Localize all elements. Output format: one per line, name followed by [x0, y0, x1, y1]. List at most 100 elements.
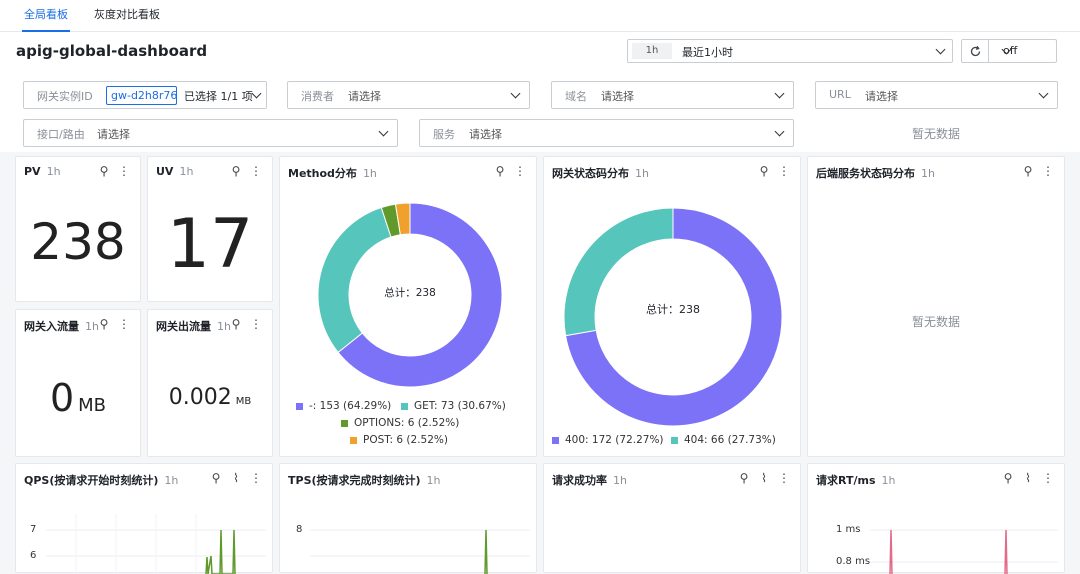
donut-slice-get[interactable] [317, 206, 392, 354]
inflow-value: 0 [49, 376, 75, 420]
pin-icon[interactable]: ⚲ [230, 318, 242, 330]
pin-icon[interactable]: ⚲ [1022, 165, 1034, 177]
consumer-select[interactable]: 消费者 请选择 [287, 81, 530, 109]
gw-status-total: 总计：238 [646, 303, 700, 316]
success-rate-card: 请求成功率 1h ⚲ ⌇ ⋮ [543, 463, 801, 573]
more-icon[interactable]: ⋮ [118, 318, 130, 330]
legend-item[interactable]: GET: 73 (30.67%) [401, 400, 506, 412]
refresh-icon [970, 45, 981, 57]
method-period: 1h [362, 167, 377, 180]
chevron-down-icon [774, 126, 785, 137]
pv-title-text: PV [24, 165, 41, 178]
pin-icon[interactable]: ⚲ [738, 472, 750, 484]
url-placeholder: 请选择 [865, 90, 898, 103]
gateway-inflow-card: 网关入流量 1h ⚲ ⋮ 0 MB [15, 309, 141, 457]
more-icon[interactable]: ⋮ [118, 165, 130, 177]
uv-value: 17 [166, 205, 254, 284]
route-placeholder: 请选择 [97, 128, 130, 141]
tab-gray-compare-dashboard[interactable]: 灰度对比看板 [92, 0, 162, 32]
outflow-value: 0.002 [168, 385, 232, 410]
service-label: 服务 [433, 128, 455, 141]
backend-status-empty: 暂无数据 [911, 315, 960, 329]
url-select[interactable]: URL 请选择 [815, 81, 1058, 109]
inflow-value-row: 0 MB [16, 376, 140, 420]
qps-series-line [205, 529, 236, 574]
method-distribution-card: Method分布 1h ⚲ ⋮ 总计：238 -: 153 (64.29%) GET… [279, 156, 537, 457]
pin-icon[interactable]: ⚲ [98, 165, 110, 177]
tps-card: TPS(按请求完成时刻统计) 1h 8 [279, 463, 537, 574]
domain-placeholder: 请选择 [601, 90, 634, 103]
gateway-instance-select[interactable]: 网关实例ID gw-d2h8r76 已选择 1/1 项 [23, 81, 267, 109]
legend-item[interactable]: -: 153 (64.29%) [296, 400, 391, 412]
auto-refresh-select[interactable]: off [988, 39, 1057, 63]
legend-label: OPTIONS: 6 (2.52%) [354, 417, 460, 429]
domain-label: 域名 [565, 90, 587, 103]
pv-value: 238 [30, 213, 126, 271]
more-icon[interactable]: ⋮ [250, 165, 262, 177]
gw-status-period: 1h [635, 167, 649, 180]
pin-icon[interactable]: ⚲ [758, 165, 770, 177]
service-select[interactable]: 服务 请选择 [419, 119, 794, 147]
chevron-down-icon [251, 88, 262, 99]
legend-item[interactable]: OPTIONS: 6 (2.52%) [341, 417, 459, 429]
backend-status-title: 后端服务状态码分布 1h [816, 165, 935, 181]
tps-line-chart [310, 529, 530, 574]
outflow-unit: MB [235, 396, 252, 407]
outflow-value-row: 0.002 MB [148, 385, 272, 410]
domain-select[interactable]: 域名 请选择 [551, 81, 794, 109]
tab-global-dashboard[interactable]: 全局看板 [22, 0, 70, 32]
legend-label: 400: 172 (72.27%) [565, 434, 664, 446]
filter-empty-text: 暂无数据 [912, 127, 961, 141]
more-icon[interactable]: ⋮ [778, 165, 790, 177]
legend-swatch [350, 436, 357, 444]
uv-card: UV 1h ⚲ ⋮ 17 [147, 156, 273, 302]
refresh-button[interactable] [961, 39, 989, 63]
route-label: 接口/路由 [37, 128, 85, 141]
legend-label: -: 153 (64.29%) [309, 400, 392, 412]
more-icon[interactable]: ⋮ [514, 165, 526, 177]
legend-label: 404: 66 (27.73%) [684, 434, 776, 446]
inflow-period: 1h [85, 320, 99, 333]
legend-swatch [296, 402, 303, 410]
more-icon[interactable]: ⋮ [778, 472, 790, 484]
more-icon[interactable]: ⋮ [250, 318, 262, 330]
service-placeholder: 请选择 [469, 128, 502, 141]
method-title-text: Method分布 [288, 167, 357, 180]
gateway-instance-label: 网关实例ID [37, 90, 93, 103]
more-icon[interactable]: ⋮ [1042, 165, 1054, 177]
chevron-down-icon [774, 88, 785, 99]
dashboard-header: apig-global-dashboard 1h 最近1小时 off [0, 32, 1080, 72]
inflow-unit: MB [78, 395, 107, 416]
rt-card: 请求RT/ms 1h ⚲ ⌇ ⋮ 1 ms 0.8 ms [807, 463, 1065, 574]
gateway-status-card: 网关状态码分布 1h ⚲ ⋮ 总计：238 400: 172 (72.27%) 40… [543, 156, 801, 457]
gw-status-title: 网关状态码分布 1h [552, 165, 649, 181]
line-chart-icon[interactable]: ⌇ [758, 472, 770, 484]
legend-item[interactable]: POST: 6 (2.52%) [350, 434, 448, 446]
chevron-down-icon [378, 126, 389, 137]
url-label: URL [829, 88, 851, 101]
gateway-outflow-card: 网关出流量 1h ⚲ ⋮ 0.002 MB [147, 309, 273, 457]
legend-item[interactable]: 400: 172 (72.27%) [552, 434, 664, 446]
gateway-instance-summary: 已选择 1/1 项 [184, 90, 253, 103]
pin-icon[interactable]: ⚲ [230, 165, 242, 177]
inflow-title: 网关入流量 1h [24, 318, 99, 334]
pin-icon[interactable]: ⚲ [98, 318, 110, 330]
route-select[interactable]: 接口/路由 请选择 [23, 119, 398, 147]
outflow-period: 1h [217, 320, 231, 333]
backend-status-card: 后端服务状态码分布 1h ⚲ ⋮ 暂无数据 [807, 156, 1065, 457]
pv-title: PV 1h [24, 165, 61, 178]
pin-icon[interactable]: ⚲ [494, 165, 506, 177]
consumer-label: 消费者 [301, 90, 334, 103]
qps-line-chart [46, 514, 266, 574]
legend-swatch [341, 419, 348, 427]
time-range-select[interactable]: 1h 最近1小时 [627, 39, 953, 63]
uv-period: 1h [179, 165, 194, 178]
legend-item[interactable]: 404: 66 (27.73%) [671, 434, 776, 446]
pv-card: PV 1h ⚲ ⋮ 238 [15, 156, 141, 302]
success-title: 请求成功率 1h [552, 472, 627, 488]
chevron-down-icon [935, 44, 946, 55]
rt-series-line [889, 529, 893, 574]
gateway-instance-tag[interactable]: gw-d2h8r76 [106, 86, 177, 105]
pv-period: 1h [46, 165, 61, 178]
filter-bar: 网关实例ID gw-d2h8r76 已选择 1/1 项 消费者 请选择 域名 请… [0, 72, 1080, 152]
